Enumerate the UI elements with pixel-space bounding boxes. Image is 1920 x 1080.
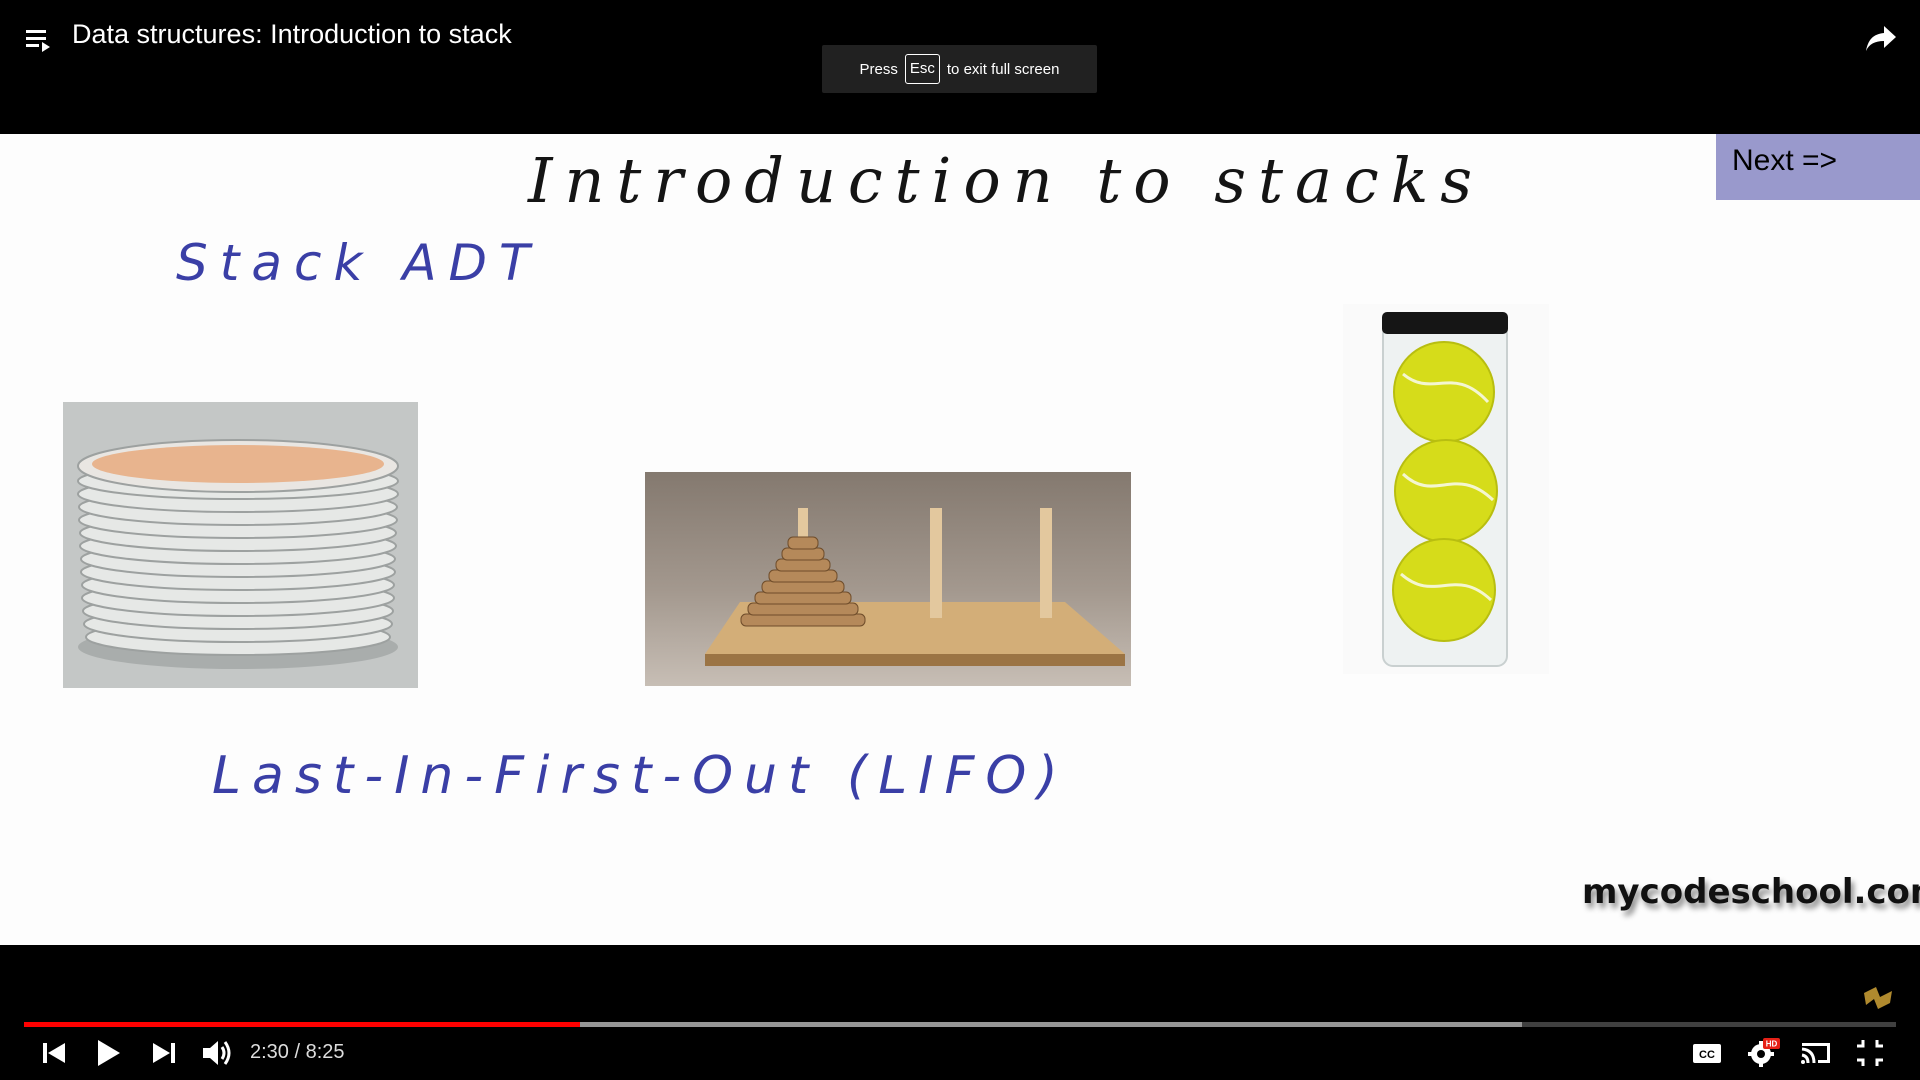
next-video-button[interactable]: Next => — [1716, 134, 1920, 200]
video-title[interactable]: Data structures: Introduction to stack — [72, 19, 512, 50]
lifo-text: Last-In-First-Out (LIFO) — [212, 746, 1069, 806]
time-display: 2:30 / 8:25 — [250, 1041, 345, 1063]
captions-icon[interactable]: CC — [1689, 1035, 1725, 1071]
playlist-icon[interactable] — [26, 26, 54, 54]
player-controls: 2:30 / 8:25 CC HD — [0, 945, 1920, 1080]
share-arrow-icon[interactable] — [1864, 20, 1898, 54]
next-icon[interactable] — [146, 1035, 182, 1071]
fullscreen-toast: Press Esc to exit full screen — [822, 45, 1097, 93]
svg-text:CC: CC — [1699, 1049, 1715, 1061]
video-frame[interactable]: Introduction to stacks Next => Stack ADT — [0, 134, 1920, 945]
stack-of-plates-image — [63, 402, 418, 688]
tennis-ball-tube-image — [1343, 304, 1549, 674]
watermark: mycodeschool.com — [1582, 872, 1920, 912]
progress-played — [24, 1022, 580, 1027]
settings-hd-icon[interactable]: HD — [1745, 1035, 1781, 1071]
video-player[interactable]: Data structures: Introduction to stack P… — [0, 0, 1920, 1080]
progress-bar[interactable] — [24, 1022, 1896, 1027]
top-bar: Data structures: Introduction to stack P… — [0, 0, 1920, 134]
cast-icon[interactable] — [1798, 1035, 1834, 1071]
play-icon[interactable] — [90, 1035, 126, 1071]
svg-text:HD: HD — [1766, 1040, 1778, 1049]
tower-of-hanoi-image — [645, 472, 1131, 686]
stack-adt-text: Stack ADT — [176, 234, 542, 292]
previous-icon[interactable] — [36, 1035, 72, 1071]
exit-fullscreen-icon[interactable] — [1852, 1035, 1888, 1071]
toast-press-text: Press — [859, 60, 898, 78]
slide-title: Introduction to stacks — [528, 144, 1485, 217]
channel-logo-icon[interactable] — [1862, 985, 1894, 1011]
toast-message: to exit full screen — [946, 60, 1060, 78]
esc-key: Esc — [904, 54, 940, 84]
volume-icon[interactable] — [199, 1035, 235, 1071]
